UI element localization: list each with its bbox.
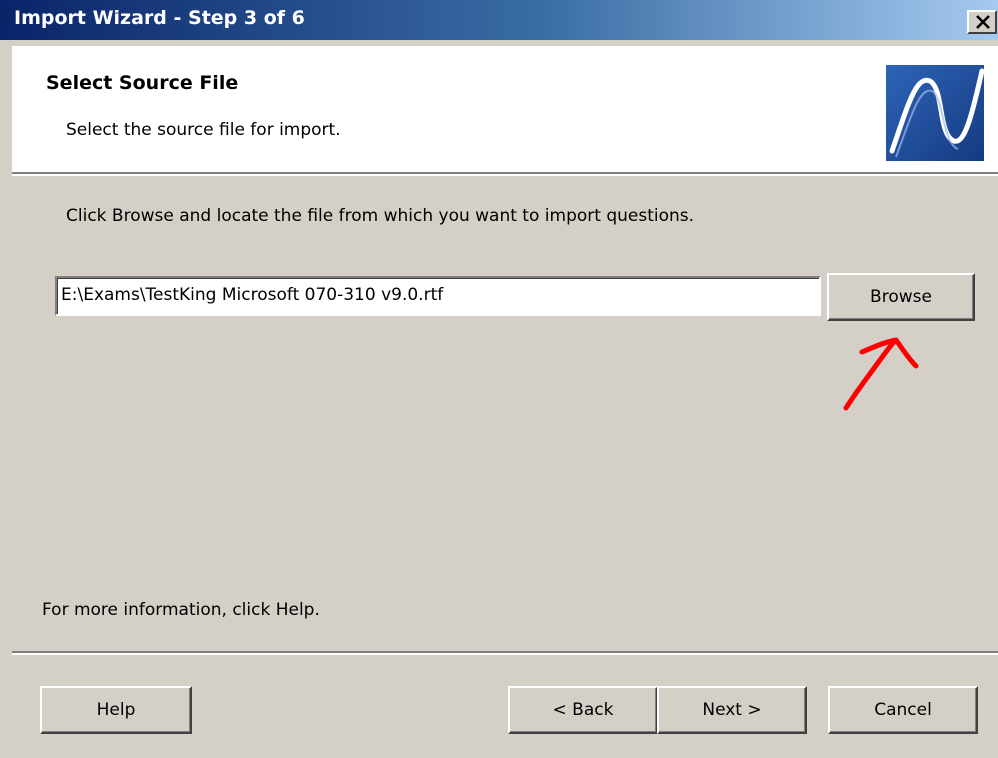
footer-divider-highlight bbox=[12, 653, 998, 655]
page-title: Select Source File bbox=[46, 72, 239, 94]
wave-logo-icon bbox=[886, 65, 984, 161]
title-bar[interactable]: Import Wizard - Step 3 of 6 bbox=[0, 0, 998, 40]
back-button[interactable]: < Back bbox=[508, 686, 658, 734]
file-path-input[interactable]: E:\Exams\TestKing Microsoft 070-310 v9.0… bbox=[55, 276, 821, 316]
help-button[interactable]: Help bbox=[40, 686, 192, 734]
page-subtitle: Select the source file for import. bbox=[66, 120, 341, 140]
close-button[interactable] bbox=[967, 10, 997, 34]
browse-button[interactable]: Browse bbox=[827, 273, 975, 321]
wizard-header: Select Source File Select the source fil… bbox=[12, 46, 998, 172]
cancel-button[interactable]: Cancel bbox=[828, 686, 978, 734]
instruction-text: Click Browse and locate the file from wh… bbox=[66, 206, 695, 226]
next-button[interactable]: Next > bbox=[657, 686, 807, 734]
help-hint-text: For more information, click Help. bbox=[42, 600, 320, 620]
red-arrow-annotation bbox=[843, 337, 919, 411]
header-divider-highlight bbox=[12, 174, 998, 176]
window-title: Import Wizard - Step 3 of 6 bbox=[14, 7, 305, 29]
import-wizard-window: Import Wizard - Step 3 of 6 Select Sourc… bbox=[0, 0, 998, 758]
close-icon bbox=[976, 15, 990, 29]
